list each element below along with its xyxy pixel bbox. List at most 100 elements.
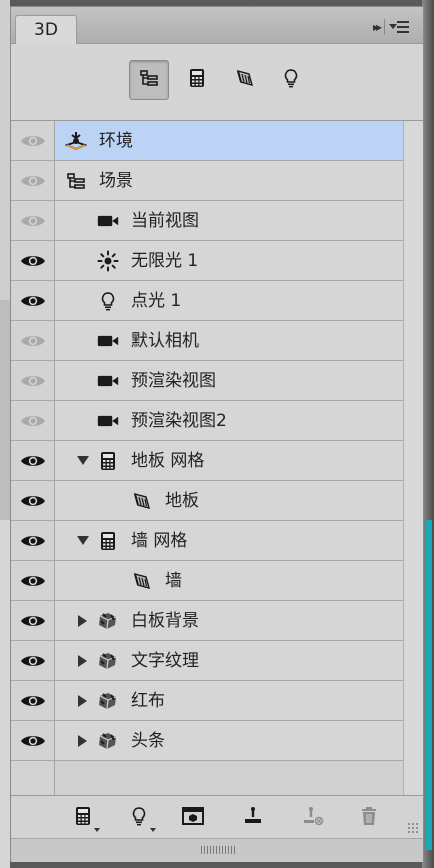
layer-row[interactable]: 白板背景 [11,601,403,641]
lights-filter-button[interactable] [271,60,311,100]
layer-content[interactable]: 头条 [55,721,403,760]
visibility-eye-icon[interactable] [17,401,49,440]
layer-content[interactable]: 地板 网格 [55,441,403,480]
expand-right-icon[interactable] [77,735,89,747]
camera-icon [97,410,119,432]
background-canvas-edge [0,0,10,868]
resize-grip-icon[interactable] [407,822,419,834]
add-light-button[interactable] [125,806,156,832]
visibility-eye-icon[interactable] [17,441,49,480]
layer-label: 预渲染视图2 [131,411,227,431]
visibility-eye-icon[interactable] [17,521,49,560]
visibility-eye-icon[interactable] [17,361,49,400]
visibility-eye-icon[interactable] [17,161,49,200]
visibility-eye-icon[interactable] [17,241,49,280]
layer-content[interactable]: 地板 [55,481,403,520]
3d-object-icon [97,610,119,632]
tab-3d[interactable]: 3D [15,15,77,45]
layer-label: 点光 1 [131,291,182,311]
delete-button[interactable] [355,806,383,830]
panel-resize-handle[interactable] [11,838,423,862]
layer-row[interactable]: 无限光 1 [11,241,403,281]
add-mesh-button[interactable] [69,806,100,832]
materials-filter-button[interactable] [225,60,265,100]
layer-content[interactable]: 预渲染视图2 [55,401,403,440]
material-icon [131,570,153,592]
bottom-toolbar [11,795,423,838]
visibility-eye-icon[interactable] [17,201,49,240]
camera-icon [97,370,119,392]
layer-row[interactable]: 墙 网格 [11,521,403,561]
layer-content[interactable]: 环境 [55,121,403,160]
ground-plane-icon [242,806,264,830]
layer-label: 当前视图 [131,211,199,231]
visibility-eye-icon[interactable] [17,481,49,520]
material-icon [235,68,255,92]
layer-content[interactable]: 场景 [55,161,403,200]
scrollbar[interactable] [403,121,423,795]
camera-icon [97,210,119,232]
layer-row[interactable]: 文字纹理 [11,641,403,681]
layer-label: 头条 [131,731,165,751]
light-bulb-icon [283,68,299,92]
remove-from-ground-button[interactable] [299,806,327,830]
layer-content[interactable]: 红布 [55,681,403,720]
layer-content[interactable]: 预渲染视图 [55,361,403,400]
filter-toolbar [11,44,423,121]
layer-row[interactable]: 默认相机 [11,321,403,361]
ground-button[interactable] [239,806,267,830]
layer-content[interactable]: 当前视图 [55,201,403,240]
render-button[interactable] [179,806,207,830]
layer-content[interactable]: 墙 网格 [55,521,403,560]
3d-object-icon [97,730,119,752]
scene-tree-icon [139,68,159,92]
layer-row[interactable]: 墙 [11,561,403,601]
layer-label: 场景 [99,171,133,191]
dropdown-caret-icon [150,828,156,832]
expand-right-icon[interactable] [77,655,89,667]
layer-content[interactable]: 墙 [55,561,403,600]
layer-content[interactable]: 文字纹理 [55,641,403,680]
layer-row[interactable]: 地板 [11,481,403,521]
layer-row[interactable]: 环境 [11,121,403,161]
visibility-eye-icon[interactable] [17,321,49,360]
layer-row[interactable]: 当前视图 [11,201,403,241]
grip-lines-icon [201,846,237,854]
layer-row[interactable]: 红布 [11,681,403,721]
layer-label: 地板 网格 [131,451,205,471]
scene-filter-button[interactable] [129,60,169,100]
layer-row[interactable]: 预渲染视图 [11,361,403,401]
3d-object-icon [97,690,119,712]
3d-object-icon [97,650,119,672]
panel-menu-icon[interactable] [389,19,409,35]
layer-content[interactable]: 默认相机 [55,321,403,360]
expand-right-icon[interactable] [77,695,89,707]
visibility-eye-icon[interactable] [17,601,49,640]
meshes-filter-button[interactable] [177,60,217,100]
layer-row[interactable]: 地板 网格 [11,441,403,481]
visibility-eye-icon[interactable] [17,121,49,160]
layer-content[interactable]: 点光 1 [55,281,403,320]
layer-row[interactable]: 场景 [11,161,403,201]
layer-row[interactable]: 点光 1 [11,281,403,321]
mesh-icon [74,806,92,830]
collapse-panel-icon[interactable]: ▸▸ [373,20,382,34]
layer-content[interactable]: 白板背景 [55,601,403,640]
render-icon [182,807,204,829]
layer-row[interactable]: 头条 [11,721,403,761]
visibility-eye-icon[interactable] [17,721,49,760]
expand-right-icon[interactable] [77,615,89,627]
visibility-eye-icon[interactable] [17,281,49,320]
panel-title-bar: 3D ▸▸ [11,7,423,45]
expand-down-icon[interactable] [77,535,89,547]
visibility-eye-icon[interactable] [17,681,49,720]
expand-down-icon[interactable] [77,455,89,467]
visibility-eye-icon[interactable] [17,641,49,680]
layer-content[interactable]: 无限光 1 [55,241,403,280]
layer-row[interactable]: 预渲染视图2 [11,401,403,441]
layer-label: 环境 [99,131,133,151]
mesh-icon [97,450,119,472]
light-bulb-icon [131,806,147,830]
visibility-eye-icon[interactable] [17,561,49,600]
layer-label: 墙 网格 [131,531,188,551]
